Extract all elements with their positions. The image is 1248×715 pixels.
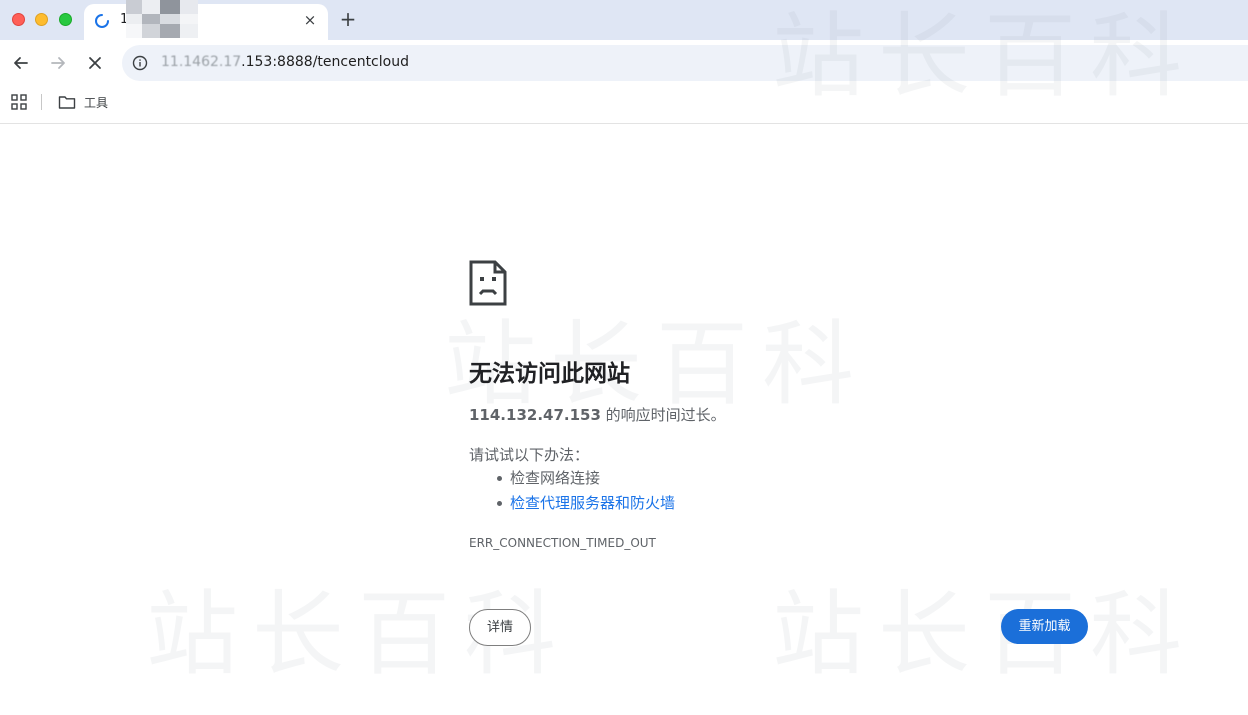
close-window-button[interactable]	[12, 13, 25, 26]
details-button[interactable]: 详情	[469, 609, 531, 646]
suggestions-heading: 请试试以下办法：	[469, 446, 590, 464]
pixelated-tab-title-redaction	[126, 0, 198, 38]
site-info-icon[interactable]	[132, 55, 148, 71]
close-tab-icon[interactable]: ×	[302, 10, 318, 30]
url-text[interactable]: 11.1462.17.153:8888/tencentcloud	[161, 54, 409, 70]
back-arrow-icon[interactable]	[10, 52, 32, 74]
bookmark-folder-tools[interactable]: 工具	[58, 92, 108, 112]
error-page: 站长百科 站长百科 站长百科 站长百科 无法访问此网站 114.132.47.1…	[0, 3, 1248, 715]
new-tab-button[interactable]: +	[338, 8, 358, 30]
error-summary-text: 的响应时间过长。	[600, 406, 726, 424]
bookmark-folder-label: 工具	[84, 95, 109, 110]
active-tab[interactable]: 1 ×	[84, 0, 328, 40]
reload-button[interactable]: 重新加载	[1001, 609, 1088, 644]
url-host-redacted: 11.1462.17	[161, 54, 242, 70]
address-bar[interactable]: 11.1462.17.153:8888/tencentcloud	[122, 45, 1248, 81]
folder-icon	[58, 96, 76, 109]
bookmarks-bar: 工具	[0, 86, 1248, 124]
suggestions-list: 检查网络连接 检查代理服务器和防火墙	[495, 468, 675, 518]
url-path: .153:8888/tencentcloud	[241, 54, 409, 70]
error-code: ERR_CONNECTION_TIMED_OUT	[469, 536, 656, 550]
navigation-toolbar: 11.1462.17.153:8888/tencentcloud	[0, 40, 1248, 86]
error-title: 无法访问此网站	[469, 361, 630, 387]
error-summary: 114.132.47.153 的响应时间过长。	[469, 404, 726, 425]
stop-loading-icon[interactable]	[84, 52, 106, 74]
sad-page-icon	[469, 260, 507, 306]
forward-arrow-icon[interactable]	[47, 52, 69, 74]
watermark-bottom-right: 站长百科	[772, 581, 1197, 688]
error-host: 114.132.47.153	[469, 406, 601, 424]
tab-strip: 1 × +	[0, 0, 1248, 40]
suggestion-check-proxy-link[interactable]: 检查代理服务器和防火墙	[495, 493, 675, 518]
maximize-window-button[interactable]	[59, 13, 72, 26]
minimize-window-button[interactable]	[35, 13, 48, 26]
suggestion-check-network: 检查网络连接	[495, 468, 675, 493]
loading-spinner-icon	[95, 14, 109, 28]
bookmarks-separator	[41, 94, 42, 110]
apps-grid-icon[interactable]	[11, 94, 27, 110]
